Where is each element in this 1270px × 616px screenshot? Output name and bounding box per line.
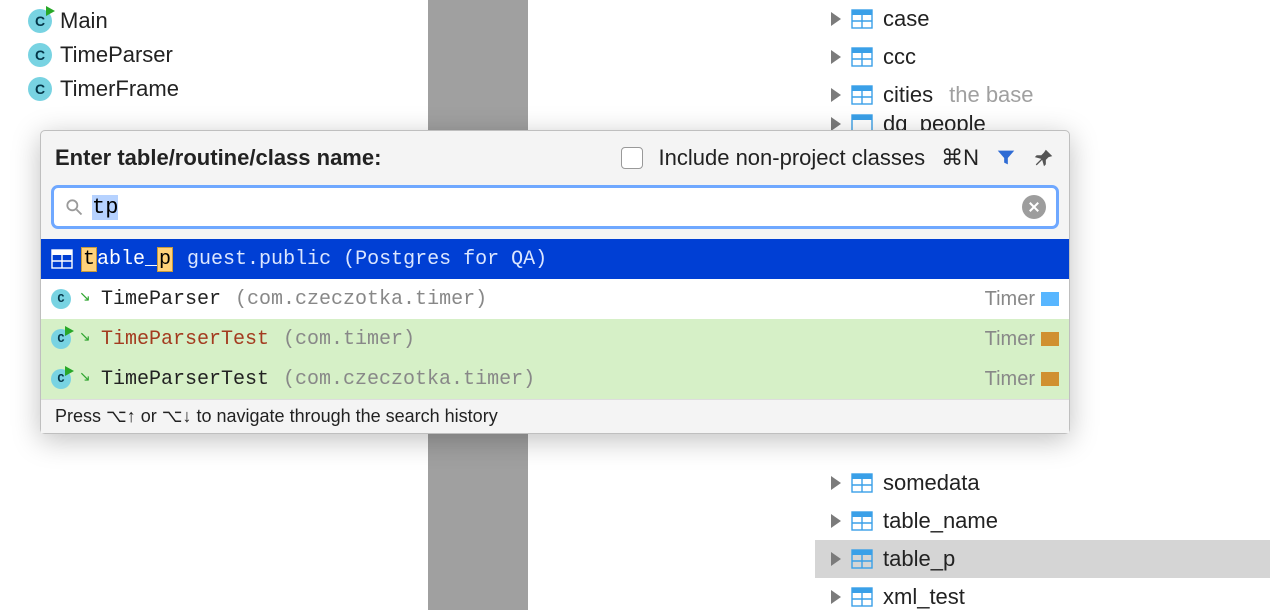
result-name: TimeParser	[101, 288, 221, 311]
module-icon	[1041, 292, 1059, 306]
db-table-row[interactable]: somedata	[815, 464, 1270, 502]
expand-icon[interactable]	[831, 476, 841, 490]
result-path: (com.czeczotka.timer)	[283, 368, 535, 391]
result-module: Timer	[985, 288, 1059, 311]
result-module: Timer	[985, 328, 1059, 351]
include-nonproject-label: Include non-project classes	[659, 145, 926, 171]
db-table-row[interactable]: table_p	[815, 540, 1270, 578]
run-badge-icon	[46, 6, 55, 16]
db-table-row[interactable]: table_name	[815, 502, 1270, 540]
table-icon	[851, 511, 873, 531]
project-item-label: TimeParser	[60, 42, 173, 68]
table-icon	[851, 473, 873, 493]
project-item-label: Main	[60, 8, 108, 34]
module-test-icon	[1041, 332, 1059, 346]
clear-button[interactable]	[1022, 195, 1046, 219]
class-icon: C	[51, 329, 71, 349]
result-row[interactable]: C TimeParserTest (com.timer) Timer	[41, 319, 1069, 359]
module-test-icon	[1041, 372, 1059, 386]
read-access-icon	[79, 332, 93, 346]
goto-class-popup: Enter table/routine/class name: Include …	[40, 130, 1070, 434]
expand-icon[interactable]	[831, 590, 841, 604]
db-table-row[interactable]: ccc	[815, 38, 1270, 76]
search-icon	[64, 197, 84, 217]
db-table-row[interactable]: xml_test	[815, 578, 1270, 616]
expand-icon[interactable]	[831, 117, 841, 131]
db-table-label: xml_test	[883, 584, 965, 610]
expand-icon[interactable]	[831, 12, 841, 26]
table-icon	[851, 587, 873, 607]
class-icon: C	[28, 9, 52, 33]
db-table-label: cities	[883, 82, 933, 108]
run-badge-icon	[65, 326, 74, 336]
result-path: guest.public (Postgres for QA)	[187, 248, 547, 271]
shortcut-label: ⌘N	[941, 145, 979, 171]
result-name: table_p	[81, 248, 173, 271]
search-input[interactable]	[92, 195, 1014, 220]
class-icon: C	[28, 43, 52, 67]
popup-footer-hint: Press ⌥↑ or ⌥↓ to navigate through the s…	[41, 399, 1069, 433]
filter-icon[interactable]	[995, 147, 1017, 169]
search-box[interactable]	[51, 185, 1059, 229]
table-icon	[851, 549, 873, 569]
result-module: Timer	[985, 368, 1059, 391]
db-table-label: table_name	[883, 508, 998, 534]
project-tree: C Main C TimeParser C TimerFrame	[28, 4, 388, 106]
result-row[interactable]: C TimeParserTest (com.czeczotka.timer) T…	[41, 359, 1069, 399]
popup-header: Enter table/routine/class name: Include …	[41, 131, 1069, 185]
result-name: TimeParserTest	[101, 328, 269, 351]
result-row[interactable]: C TimeParser (com.czeczotka.timer) Timer	[41, 279, 1069, 319]
result-name: TimeParserTest	[101, 368, 269, 391]
db-table-label: table_p	[883, 546, 955, 572]
table-icon	[851, 85, 873, 105]
project-tree-item[interactable]: C Main	[28, 4, 388, 38]
run-badge-icon	[65, 366, 74, 376]
result-path: (com.czeczotka.timer)	[235, 288, 487, 311]
db-table-row[interactable]: cities the base	[815, 76, 1270, 114]
db-table-label: ccc	[883, 44, 916, 70]
db-table-row[interactable]: case	[815, 0, 1270, 38]
read-access-icon	[79, 292, 93, 306]
db-table-note: the base	[949, 82, 1033, 108]
project-item-label: TimerFrame	[60, 76, 179, 102]
search-field-wrap	[51, 185, 1059, 229]
result-path: (com.timer)	[283, 328, 415, 351]
expand-icon[interactable]	[831, 514, 841, 528]
include-nonproject-checkbox[interactable]	[621, 147, 643, 169]
results-list: table_p guest.public (Postgres for QA) C…	[41, 239, 1069, 399]
project-tree-item[interactable]: C TimeParser	[28, 38, 388, 72]
expand-icon[interactable]	[831, 88, 841, 102]
db-table-label: somedata	[883, 470, 980, 496]
popup-title: Enter table/routine/class name:	[55, 145, 381, 171]
table-icon	[51, 249, 73, 269]
read-access-icon	[79, 372, 93, 386]
pin-icon[interactable]	[1033, 147, 1055, 169]
table-icon	[851, 47, 873, 67]
class-icon: C	[51, 369, 71, 389]
expand-icon[interactable]	[831, 552, 841, 566]
class-icon: C	[51, 289, 71, 309]
class-icon: C	[28, 77, 52, 101]
expand-icon[interactable]	[831, 50, 841, 64]
project-tree-item[interactable]: C TimerFrame	[28, 72, 388, 106]
db-table-label: case	[883, 6, 929, 32]
table-icon	[851, 9, 873, 29]
result-row[interactable]: table_p guest.public (Postgres for QA)	[41, 239, 1069, 279]
